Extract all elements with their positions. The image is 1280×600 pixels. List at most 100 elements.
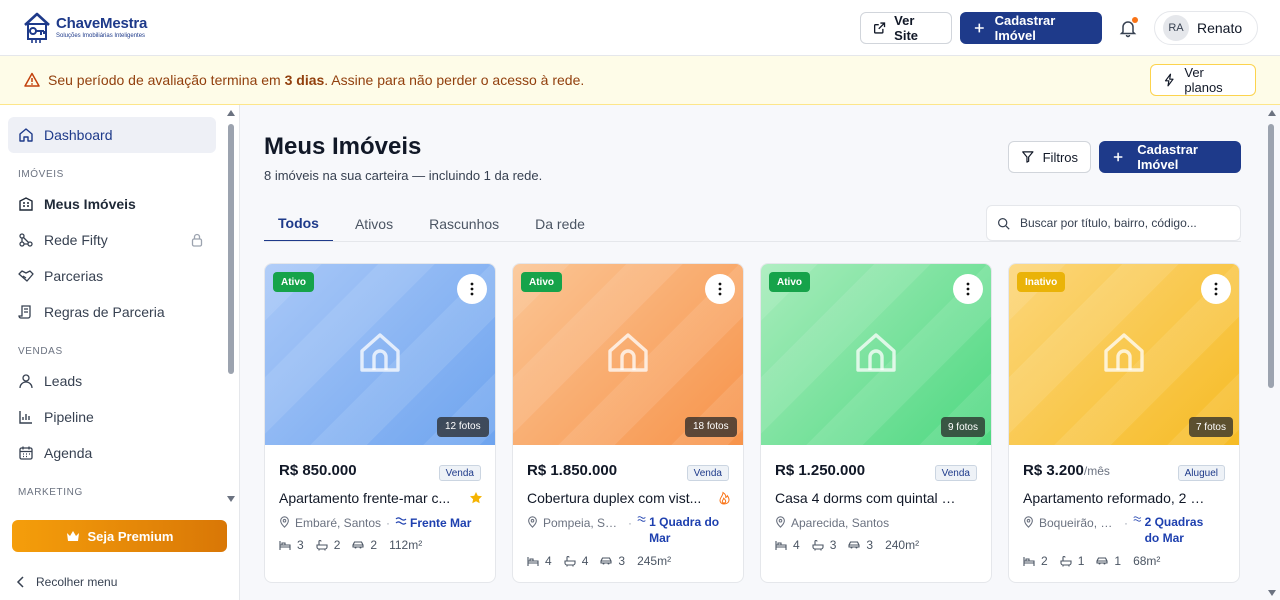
neighborhood: Pompeia, San... [543,516,623,530]
property-tabs: Todos Ativos Rascunhos Da rede [264,206,603,242]
scroll-icon [18,305,31,319]
brand-logo[interactable]: ChaveMestra Soluções Imobiliárias Inteli… [22,10,147,44]
status-badge: Ativo [769,272,810,292]
sidebar-item-leads[interactable]: Leads [8,363,216,399]
section-heading-marketing: MARKETING [18,487,83,498]
bedrooms-count: 4 [545,554,552,568]
trial-days: 3 dias [284,72,325,88]
plus-icon [974,23,984,33]
property-features: 4 3 3 240m² [775,538,919,552]
tab-drafts[interactable]: Rascunhos [415,206,513,242]
bedrooms-count: 4 [793,538,800,552]
neighborhood: Boqueirão, Sa... [1039,516,1119,530]
sidebar-item-label: Regras de Parceria [44,304,165,320]
property-price: R$ 850.000 [279,462,357,479]
card-menu-button[interactable] [1201,274,1231,304]
filter-icon [1022,151,1034,163]
tab-all[interactable]: Todos [264,206,333,242]
property-card[interactable]: Ativo 12 fotos R$ 850.000 Venda Apartamento … [264,263,496,583]
external-link-icon [873,22,886,34]
car-icon [600,557,612,565]
card-menu-button[interactable] [953,274,983,304]
sidebar-item-my-properties[interactable]: Meus Imóveis [8,186,216,222]
area-value: 68m² [1133,554,1161,568]
property-card[interactable]: Ativo 9 fotos R$ 1.250.000 Venda Casa 4 dorm… [760,263,992,583]
crown-icon [66,531,79,541]
sidebar-item-network[interactable]: Rede Fifty [8,222,216,258]
property-image[interactable]: Inativo 7 fotos [1009,264,1239,445]
main-scrollbar[interactable] [1266,106,1278,600]
register-property-button[interactable]: Cadastrar Imóvel [1099,141,1241,173]
car-icon [1096,557,1108,565]
sidebar-item-agenda[interactable]: Agenda [8,435,216,471]
property-price: R$ 3.200/mês [1023,462,1110,479]
sidebar-item-partnerships[interactable]: Parcerias [8,258,216,294]
sidebar-item-label: Rede Fifty [44,232,108,248]
bed-icon [1023,557,1035,566]
premium-button[interactable]: Seja Premium [12,520,227,552]
card-menu-button[interactable] [457,274,487,304]
property-title[interactable]: Apartamento reformado, 2 do... [1023,490,1208,506]
user-name: Renato [1197,20,1243,36]
property-image[interactable]: Ativo 12 fotos [265,264,495,445]
property-title[interactable]: Apartamento frente-mar c... [279,490,464,506]
sidebar-item-partnership-rules[interactable]: Regras de Parceria [8,294,216,330]
header-register-property-button[interactable]: Cadastrar Imóvel [960,12,1102,44]
brand-name: ChaveMestra [56,14,148,32]
status-badge: Ativo [521,272,562,292]
search-box[interactable] [986,205,1241,241]
house-placeholder-icon [1104,333,1144,372]
bed-icon [527,557,539,566]
tab-active[interactable]: Ativos [341,206,407,242]
more-vertical-icon [718,282,722,296]
photo-count-badge: 12 fotos [437,417,489,437]
sidebar-scroll-thumb[interactable] [228,124,234,374]
property-title[interactable]: Cobertura duplex com vist... [527,490,712,506]
card-menu-button[interactable] [705,274,735,304]
waves-icon [395,517,407,525]
tabs-divider [264,241,1241,242]
property-card[interactable]: Inativo 7 fotos R$ 3.200/mês Aluguel Apartam… [1008,263,1240,583]
price-value: R$ 850.000 [279,462,357,479]
search-input[interactable] [1020,216,1220,230]
property-title[interactable]: Casa 4 dorms com quintal — ... [775,490,960,506]
more-vertical-icon [470,282,474,296]
property-location: Aparecida, Santos [775,516,889,530]
tab-network[interactable]: Da rede [521,206,599,242]
status-badge: Ativo [273,272,314,292]
bed-icon [279,541,291,550]
bedrooms-count: 3 [297,538,304,552]
location-highlight: Frente Mar [395,516,471,530]
photo-count-badge: 9 fotos [940,417,985,437]
more-vertical-icon [966,282,970,296]
property-image[interactable]: Ativo 9 fotos [761,264,991,445]
view-plans-label: Ver planos [1184,65,1223,95]
sidebar-item-pipeline[interactable]: Pipeline [8,399,216,435]
building-icon [19,197,33,211]
bath-icon [1060,555,1072,567]
property-card[interactable]: Ativo 18 fotos R$ 1.850.000 Venda Cobertura … [512,263,744,583]
view-site-button[interactable]: Ver Site [860,12,952,44]
sidebar-item-dashboard[interactable]: Dashboard [8,117,216,153]
sidebar-item-label: Agenda [44,445,93,461]
network-icon [19,233,33,247]
notifications-button[interactable] [1116,16,1140,40]
home-icon [19,128,33,142]
collapse-menu-button[interactable]: Recolher menu [16,575,117,589]
star-icon[interactable] [469,491,483,505]
location-pin-icon [1024,516,1033,528]
property-image[interactable]: Ativo 18 fotos [513,264,743,445]
area-value: 112m² [389,538,423,552]
warning-icon [24,72,40,87]
car-icon [352,541,364,549]
user-menu[interactable]: RA Renato [1154,11,1258,45]
register-property-label: Cadastrar Imóvel [1137,142,1198,172]
view-plans-button[interactable]: Ver planos [1150,64,1256,96]
parking-count: 2 [370,538,378,552]
filters-button[interactable]: Filtros [1008,141,1091,173]
house-placeholder-icon [608,333,648,372]
chevron-left-icon [16,576,24,588]
property-price: R$ 1.850.000 [527,462,617,479]
bedrooms-count: 2 [1041,554,1048,568]
bath-icon [316,539,328,551]
